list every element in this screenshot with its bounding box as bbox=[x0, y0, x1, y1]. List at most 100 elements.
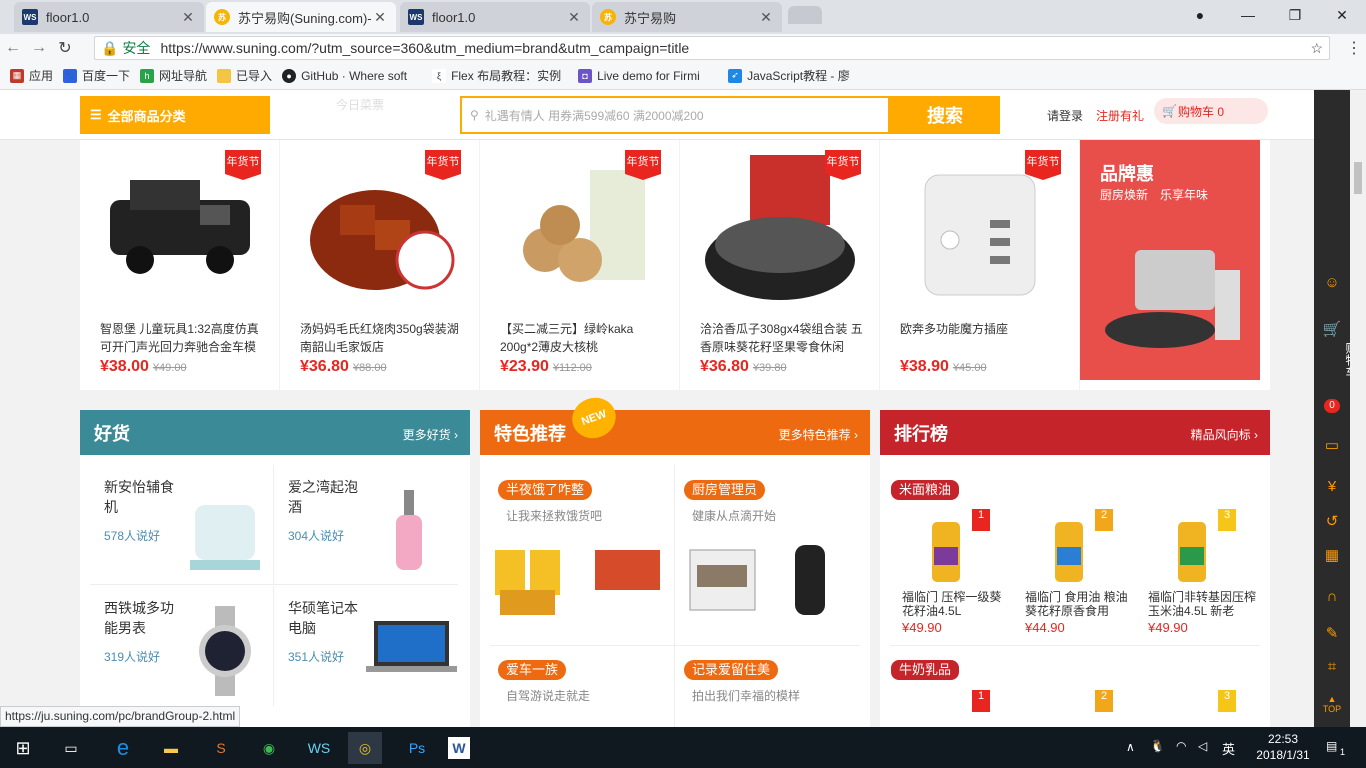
close-tab-icon[interactable]: ✕ bbox=[566, 9, 582, 26]
file-explorer-icon[interactable]: ▬ bbox=[154, 732, 188, 764]
ranked-product[interactable]: 2 福临门 食用油 粮油 葵花籽原香食用 ¥44.90 bbox=[1025, 507, 1135, 635]
task-view-icon[interactable]: ▭ bbox=[54, 732, 88, 764]
login-link[interactable]: 请登录 bbox=[1047, 107, 1083, 124]
bookmark-imported[interactable]: 已导入 bbox=[217, 67, 272, 84]
web-page: ☰ 全部商品分类 今日菜票 ⚲ 礼遇有情人 用券满599减60 满2000减20… bbox=[0, 90, 1314, 727]
scrollbar-thumb[interactable] bbox=[1354, 162, 1362, 194]
webstorm-icon[interactable]: WS bbox=[302, 732, 336, 764]
feature-tag[interactable]: 记录爱留住美 bbox=[684, 660, 779, 680]
oil-bottle-image bbox=[932, 522, 960, 582]
ranked-product[interactable]: 3 福临门非转基因压榨玉米油4.5L 新老 ¥49.90 bbox=[1148, 507, 1258, 635]
product-card[interactable]: 年货节 洽洽香瓜子308gx4袋组合装 五香原味葵花籽坚果零食休闲 ¥36.80… bbox=[680, 140, 880, 390]
minimize-icon[interactable]: — bbox=[1236, 4, 1260, 26]
bookmark-label: JavaScript教程 - 廖 bbox=[747, 69, 850, 83]
good-item[interactable]: 华硕笔记本电脑 351人说好 bbox=[274, 586, 458, 706]
new-tab-button[interactable] bbox=[788, 6, 822, 24]
product-card[interactable]: 年货节 智恩堡 儿童玩具1:32高度仿真可开门声光回力奔驰合金车模 ¥38.00… bbox=[80, 140, 280, 390]
feature-tag[interactable]: 半夜饿了咋整 bbox=[498, 480, 593, 500]
close-window-icon[interactable]: ✕ bbox=[1330, 4, 1354, 26]
green-app-icon[interactable]: ◉ bbox=[252, 732, 286, 764]
volume-icon[interactable]: ◁ bbox=[1198, 739, 1207, 753]
feature-tag[interactable]: 厨房管理员 bbox=[684, 480, 766, 500]
bookmark-hao123[interactable]: h 网址导航 bbox=[140, 67, 207, 84]
edit-icon[interactable]: ✎ bbox=[1314, 624, 1350, 642]
message-icon[interactable]: ▭ bbox=[1314, 436, 1350, 454]
category-tag[interactable]: 牛奶乳品 bbox=[891, 660, 960, 680]
qq-icon[interactable]: 🐧 bbox=[1150, 739, 1165, 753]
word-icon[interactable]: W bbox=[448, 737, 470, 759]
product-card[interactable]: 年货节 汤妈妈毛氏红烧肉350g袋装湖南韶山毛家饭店 ¥36.80 ¥88.00 bbox=[280, 140, 480, 390]
omnibox[interactable]: 🔒 安全 https://www.suning.com/?utm_source=… bbox=[94, 36, 1330, 60]
back-icon[interactable]: ← bbox=[0, 39, 26, 57]
product-card[interactable]: 年货节 欧奔多功能魔方插座 ¥38.90 ¥45.00 bbox=[880, 140, 1080, 390]
browser-tab-3[interactable]: WS floor1.0 ✕ bbox=[400, 2, 590, 32]
search-button[interactable]: 搜索 bbox=[890, 96, 1000, 134]
edge-icon[interactable]: e bbox=[106, 732, 140, 764]
browser-tab-4[interactable]: 苏 苏宁易购 ✕ bbox=[592, 2, 782, 32]
category-tag[interactable]: 米面粮油 bbox=[891, 480, 960, 500]
maximize-icon[interactable]: ❐ bbox=[1283, 4, 1307, 26]
register-link[interactable]: 注册有礼 bbox=[1096, 107, 1144, 124]
clock-time: 22:53 bbox=[1267, 732, 1299, 746]
close-tab-icon[interactable]: ✕ bbox=[372, 9, 388, 26]
tab-title: 苏宁易购(Suning.com)-… bbox=[238, 10, 372, 26]
product-name: 【买二减三元】绿岭kaka 200g*2薄皮大核桃 bbox=[500, 322, 634, 354]
brand-deals-banner[interactable]: 品牌惠 厨房焕新 乐享年味 bbox=[1080, 140, 1260, 380]
sublime-icon[interactable]: S bbox=[204, 732, 238, 764]
bookmark-star-icon[interactable]: ☆ bbox=[1310, 40, 1323, 57]
product-card[interactable]: 年货节 【买二减三元】绿岭kaka 200g*2薄皮大核桃 ¥23.90 ¥112… bbox=[480, 140, 680, 390]
qrcode-icon[interactable]: ▦ bbox=[1314, 546, 1350, 564]
menu-dots-icon[interactable]: ⋮ bbox=[1346, 38, 1362, 58]
history-icon[interactable]: ↺ bbox=[1314, 512, 1350, 530]
browser-tab-2[interactable]: 苏 苏宁易购(Suning.com)-… ✕ bbox=[206, 2, 396, 32]
up-arrow-icon: ▲ bbox=[1327, 694, 1337, 704]
snacks-image bbox=[495, 550, 660, 615]
notification-icon[interactable]: ▤ bbox=[1326, 739, 1337, 753]
forward-icon[interactable]: → bbox=[26, 39, 52, 57]
ime-indicator[interactable]: 英 bbox=[1222, 739, 1235, 758]
clock[interactable]: 22:53 2018/1/31 bbox=[1248, 731, 1318, 763]
headset-icon[interactable]: ∩ bbox=[1314, 588, 1350, 605]
site-sticky-header: ☰ 全部商品分类 今日菜票 ⚲ 礼遇有情人 用券满599减60 满2000减20… bbox=[0, 90, 1314, 140]
search-input[interactable]: ⚲ 礼遇有情人 用券满599减60 满2000减200 bbox=[460, 96, 890, 134]
product-price: ¥38.90 ¥45.00 bbox=[900, 358, 987, 376]
new-year-badge: 年货节 bbox=[425, 150, 461, 180]
feature-tag[interactable]: 爱车一族 bbox=[498, 660, 567, 680]
all-categories-button[interactable]: ☰ 全部商品分类 bbox=[80, 96, 270, 134]
cart-icon[interactable]: 🛒 bbox=[1314, 320, 1350, 338]
bookmark-firmin[interactable]: ◘ Live demo for Firmi bbox=[578, 68, 718, 83]
bookmark-github[interactable]: ● GitHub · Where soft bbox=[282, 68, 422, 83]
bookmark-apps[interactable]: ▦ 应用 bbox=[10, 67, 53, 84]
wifi-icon[interactable]: ◠ bbox=[1176, 739, 1186, 753]
ranked-product[interactable]: 1 福临门 压榨一级葵花籽油4.5L ¥49.90 bbox=[902, 507, 1012, 635]
good-item[interactable]: 新安怡辅食机 578人说好 bbox=[90, 465, 274, 585]
photoshop-icon[interactable]: Ps bbox=[400, 732, 434, 764]
close-tab-icon[interactable]: ✕ bbox=[180, 9, 196, 26]
scan-icon[interactable]: ⌗ bbox=[1314, 658, 1350, 675]
rank-badge: 3 bbox=[1218, 509, 1236, 531]
more-featured-link[interactable]: 更多特色推荐 › bbox=[779, 426, 858, 443]
cart-button[interactable]: 🛒 购物车 0 bbox=[1154, 98, 1268, 124]
search-placeholder: 礼遇有情人 用券满599减60 满2000减200 bbox=[484, 108, 704, 123]
reload-icon[interactable]: ↻ bbox=[52, 38, 78, 58]
profile-icon[interactable]: ● bbox=[1188, 4, 1212, 26]
close-tab-icon[interactable]: ✕ bbox=[758, 9, 774, 26]
tray-arrow-icon[interactable]: ∧ bbox=[1126, 740, 1135, 754]
trend-link[interactable]: 精品风向标 › bbox=[1191, 426, 1258, 443]
yen-icon[interactable]: ¥ bbox=[1314, 478, 1350, 495]
bookmark-baidu[interactable]: 🐾 百度一下 bbox=[63, 67, 130, 84]
bookmark-js[interactable]: ➶ JavaScript教程 - 廖 bbox=[728, 67, 868, 84]
user-icon[interactable]: ☺ bbox=[1314, 274, 1350, 291]
start-windows-icon[interactable]: ⊞ bbox=[6, 732, 40, 764]
product-name: 汤妈妈毛氏红烧肉350g袋装湖南韶山毛家饭店 bbox=[300, 322, 459, 354]
windows-taskbar: ⊞ ▭ e ▬ S ◉ WS ◎ Ps W ∧ 🐧 ◠ ◁ 英 22:53 20… bbox=[0, 727, 1366, 768]
vertical-scrollbar[interactable] bbox=[1350, 90, 1366, 727]
good-item[interactable]: 爱之湾起泡酒 304人说好 bbox=[274, 465, 458, 585]
chrome-icon[interactable]: ◎ bbox=[348, 732, 382, 764]
good-item[interactable]: 西铁城多功能男表 319人说好 bbox=[90, 586, 274, 706]
product-name: 欧奔多功能魔方插座 bbox=[900, 322, 1009, 336]
bookmark-flex[interactable]: ξ Flex 布局教程：实例 bbox=[432, 67, 568, 84]
more-good-items-link[interactable]: 更多好货 › bbox=[403, 426, 458, 443]
back-to-top-button[interactable]: ▲ TOP bbox=[1314, 694, 1350, 714]
browser-tab-1[interactable]: WS floor1.0 ✕ bbox=[14, 2, 204, 32]
